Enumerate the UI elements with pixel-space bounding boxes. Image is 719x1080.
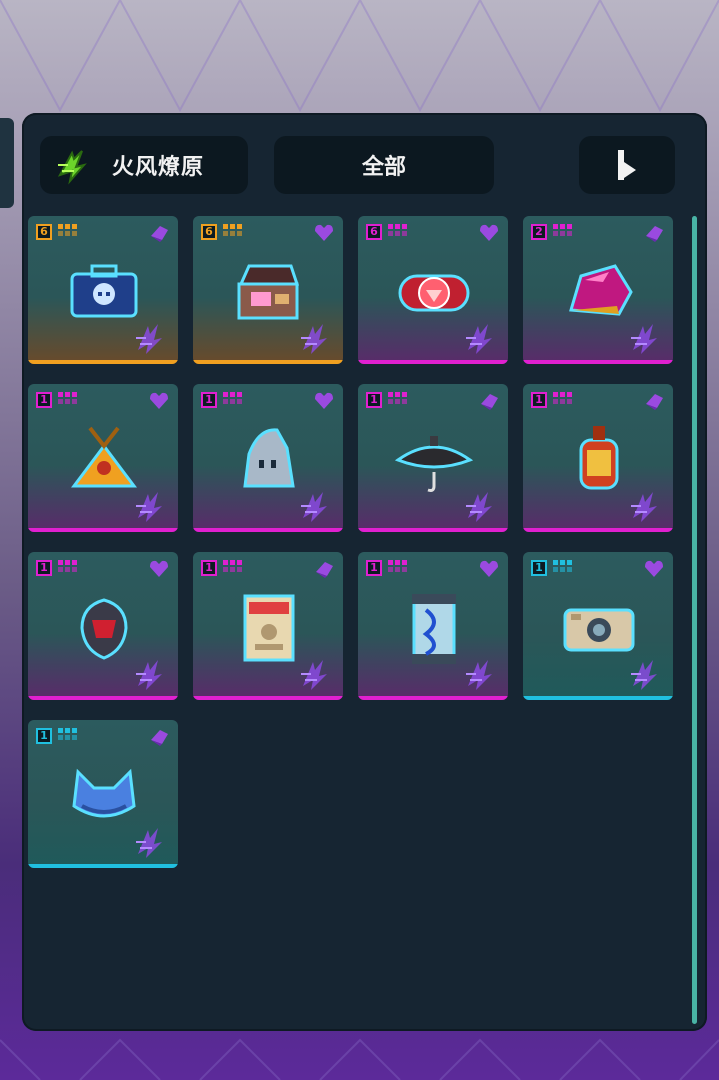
- wind-fire-element-icon: [136, 660, 162, 690]
- level-dots: [58, 560, 77, 572]
- scrollbar[interactable]: [692, 216, 697, 1024]
- level-dots: [553, 224, 572, 236]
- heart-icon[interactable]: [148, 390, 170, 410]
- element-filter-button[interactable]: 火风燎原: [40, 136, 248, 194]
- level-dots: [223, 560, 242, 572]
- item-card[interactable]: 1: [28, 552, 178, 700]
- item-card[interactable]: 1: [523, 384, 673, 532]
- wind-fire-element-icon: [136, 492, 162, 522]
- wind-fire-element-icon: [466, 492, 492, 522]
- rarity-bar: [358, 696, 508, 700]
- item-card[interactable]: 1: [358, 384, 508, 532]
- gem-icon[interactable]: [313, 558, 335, 578]
- gem-icon[interactable]: [643, 390, 665, 410]
- level-dots: [388, 224, 407, 236]
- wind-fire-element-icon: [631, 492, 657, 522]
- wind-fire-element-icon: [57, 150, 87, 185]
- wind-fire-element-icon: [466, 660, 492, 690]
- item-count: 1: [36, 728, 52, 744]
- item-card[interactable]: 1: [358, 552, 508, 700]
- category-filter-button[interactable]: 全部: [274, 136, 494, 194]
- item-card[interactable]: 1: [523, 552, 673, 700]
- rarity-bar: [28, 360, 178, 364]
- level-dots: [223, 224, 242, 236]
- item-count: 1: [366, 560, 382, 576]
- wind-fire-element-icon: [136, 828, 162, 858]
- item-card[interactable]: 6: [358, 216, 508, 364]
- item-count: 1: [36, 560, 52, 576]
- wind-fire-element-icon: [631, 660, 657, 690]
- item-count: 1: [201, 560, 217, 576]
- level-dots: [388, 392, 407, 404]
- level-dots: [388, 560, 407, 572]
- item-card[interactable]: 1: [28, 720, 178, 868]
- rarity-bar: [358, 360, 508, 364]
- heart-icon[interactable]: [643, 558, 665, 578]
- item-card[interactable]: 1: [193, 552, 343, 700]
- rarity-bar: [523, 360, 673, 364]
- rarity-bar: [523, 696, 673, 700]
- heart-icon[interactable]: [148, 558, 170, 578]
- level-dots: [223, 392, 242, 404]
- rarity-bar: [28, 696, 178, 700]
- heart-icon[interactable]: [478, 222, 500, 242]
- sort-arrow-icon: [618, 150, 636, 180]
- sort-button[interactable]: [579, 136, 675, 194]
- gem-icon[interactable]: [643, 222, 665, 242]
- rarity-bar: [523, 528, 673, 532]
- level-dots: [553, 392, 572, 404]
- item-card[interactable]: 1: [28, 384, 178, 532]
- item-count: 2: [531, 224, 547, 240]
- item-count: 1: [531, 560, 547, 576]
- item-count: 1: [531, 392, 547, 408]
- item-count: 6: [366, 224, 382, 240]
- rarity-bar: [193, 360, 343, 364]
- heart-icon[interactable]: [478, 558, 500, 578]
- level-dots: [553, 560, 572, 572]
- rarity-bar: [358, 528, 508, 532]
- rarity-bar: [28, 528, 178, 532]
- gem-icon[interactable]: [148, 726, 170, 746]
- rarity-bar: [193, 696, 343, 700]
- item-count: 1: [366, 392, 382, 408]
- item-count: 6: [36, 224, 52, 240]
- left-side-tab[interactable]: [0, 118, 14, 208]
- item-card[interactable]: 1: [193, 384, 343, 532]
- gem-icon[interactable]: [478, 390, 500, 410]
- rarity-bar: [28, 864, 178, 868]
- level-dots: [58, 224, 77, 236]
- item-card[interactable]: 2: [523, 216, 673, 364]
- level-dots: [58, 728, 77, 740]
- wind-fire-element-icon: [466, 324, 492, 354]
- wind-fire-element-icon: [301, 660, 327, 690]
- rarity-bar: [193, 528, 343, 532]
- wind-fire-element-icon: [301, 492, 327, 522]
- item-count: 1: [36, 392, 52, 408]
- item-card[interactable]: 6: [28, 216, 178, 364]
- heart-icon[interactable]: [313, 390, 335, 410]
- wind-fire-element-icon: [136, 324, 162, 354]
- level-dots: [58, 392, 77, 404]
- element-filter-label: 火风燎原: [112, 155, 205, 180]
- wind-fire-element-icon: [301, 324, 327, 354]
- wind-fire-element-icon: [631, 324, 657, 354]
- gem-icon[interactable]: [148, 222, 170, 242]
- item-count: 1: [201, 392, 217, 408]
- heart-icon[interactable]: [313, 222, 335, 242]
- item-count: 6: [201, 224, 217, 240]
- category-filter-label: 全部: [361, 155, 406, 180]
- item-card[interactable]: 6: [193, 216, 343, 364]
